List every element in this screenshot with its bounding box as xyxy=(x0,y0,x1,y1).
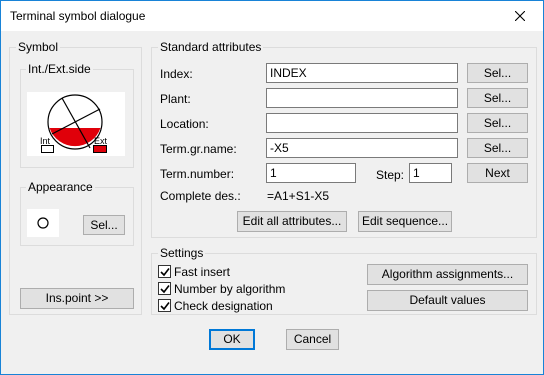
edit-all-attributes-button[interactable]: Edit all attributes... xyxy=(237,211,347,232)
cancel-button[interactable]: Cancel xyxy=(286,329,339,350)
check-designation-label[interactable]: Check designation xyxy=(174,299,273,313)
index-label: Index: xyxy=(160,67,193,81)
default-values-button[interactable]: Default values xyxy=(367,290,528,311)
check-designation-checkbox[interactable] xyxy=(158,299,171,312)
step-input[interactable]: 1 xyxy=(409,163,452,183)
close-icon xyxy=(515,11,525,21)
int-label: Int xyxy=(40,136,51,146)
term-gr-name-label: Term.gr.name: xyxy=(160,142,237,156)
step-label: Step: xyxy=(376,168,405,182)
location-input[interactable] xyxy=(266,113,458,133)
term-gr-name-input[interactable]: -X5 xyxy=(266,138,458,158)
term-gr-name-select-button[interactable]: Sel... xyxy=(467,138,528,158)
complete-designation-label: Complete des.: xyxy=(160,189,241,203)
number-by-algorithm-label[interactable]: Number by algorithm xyxy=(174,282,285,296)
close-button[interactable] xyxy=(497,1,543,31)
location-select-button[interactable]: Sel... xyxy=(467,113,528,133)
appearance-select-button[interactable]: Sel... xyxy=(83,215,125,235)
insertion-point-button[interactable]: Ins.point >> xyxy=(20,288,134,309)
int-ext-side-label: Int./Ext.side xyxy=(26,62,93,76)
location-label: Location: xyxy=(160,117,209,131)
index-input[interactable]: INDEX xyxy=(266,63,458,83)
algorithm-assignments-button[interactable]: Algorithm assignments... xyxy=(367,264,528,285)
ext-side-marker xyxy=(93,145,107,153)
ext-label: Ext xyxy=(94,136,108,146)
plant-label: Plant: xyxy=(160,92,191,106)
fast-insert-label[interactable]: Fast insert xyxy=(174,265,230,279)
title-bar: Terminal symbol dialogue xyxy=(1,1,543,31)
plant-input[interactable] xyxy=(266,88,458,108)
appearance-preview xyxy=(27,209,59,237)
checkmark-icon xyxy=(160,268,170,277)
next-button[interactable]: Next xyxy=(467,163,528,183)
standard-attributes-label: Standard attributes xyxy=(158,40,264,54)
terminal-symbol-dialog: Terminal symbol dialogue Symbol Int./Ext… xyxy=(0,0,544,375)
circle-terminal-icon xyxy=(37,217,49,229)
index-select-button[interactable]: Sel... xyxy=(467,63,528,83)
int-ext-side-preview[interactable]: Int Ext xyxy=(27,92,125,156)
edit-sequence-button[interactable]: Edit sequence... xyxy=(358,211,452,232)
number-by-algorithm-checkbox[interactable] xyxy=(158,282,171,295)
checkmark-icon xyxy=(160,302,170,311)
appearance-label: Appearance xyxy=(26,180,95,194)
settings-label: Settings xyxy=(158,246,206,260)
int-side-marker xyxy=(41,145,54,153)
symbol-group-label: Symbol xyxy=(16,40,61,54)
plant-select-button[interactable]: Sel... xyxy=(467,88,528,108)
ok-button[interactable]: OK xyxy=(209,329,255,350)
complete-designation-value: =A1+S1-X5 xyxy=(267,189,330,203)
checkmark-icon xyxy=(160,285,170,294)
term-number-label: Term.number: xyxy=(160,167,235,181)
fast-insert-checkbox[interactable] xyxy=(158,265,171,278)
term-number-input[interactable]: 1 xyxy=(266,163,356,183)
window-title: Terminal symbol dialogue xyxy=(10,9,146,23)
